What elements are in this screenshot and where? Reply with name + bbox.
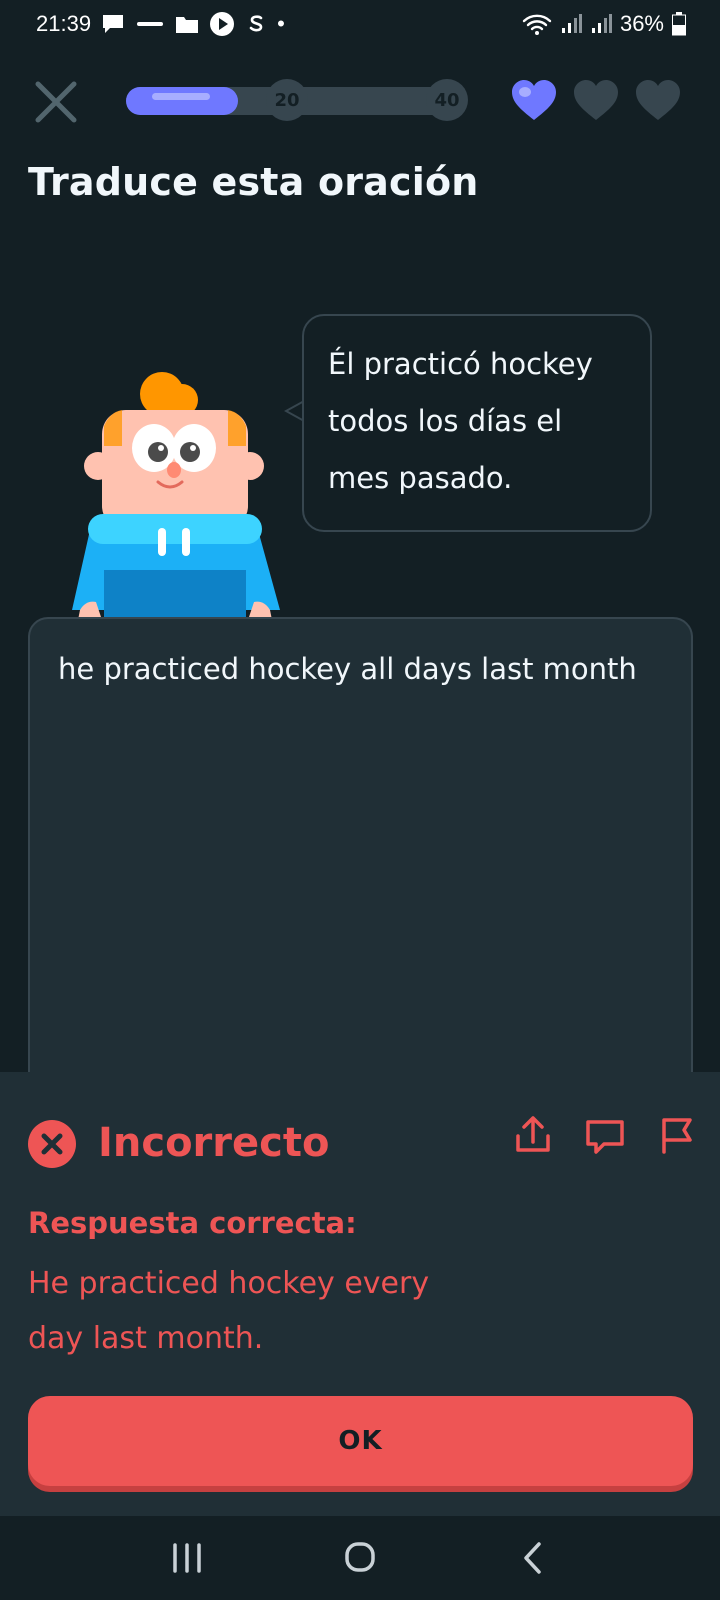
hearts [510,78,682,122]
heart-icon [636,80,680,120]
play-icon [210,12,235,36]
s-icon [249,15,263,32]
close-icon[interactable] [30,76,82,128]
answer-textarea[interactable]: he practiced hockey all days last month [28,617,693,1137]
status-dot: • [277,11,285,36]
back-icon[interactable] [503,1533,563,1583]
share-icon[interactable] [512,1114,554,1156]
feedback-actions [512,1114,698,1156]
recents-icon[interactable] [157,1533,217,1583]
ok-button[interactable]: OK [28,1396,693,1486]
progress-shine [152,93,210,100]
home-icon[interactable] [330,1533,390,1583]
folder-icon [176,17,199,33]
signal-icon [591,14,612,33]
prompt-bubble: Él practicó hockey todos los días el mes… [302,314,652,532]
comment-icon[interactable] [584,1114,626,1156]
status-bar: 21:39 • 36% [0,0,720,48]
wifi-icon [522,14,552,35]
message-icon [103,15,124,33]
signal-icon [561,14,582,33]
flag-icon[interactable] [656,1114,698,1156]
milestone-badge: 40 [426,79,468,121]
status-time: 21:39 [36,11,92,36]
battery-icon [672,12,686,36]
exercise-title: Traduce esta oración [28,160,479,204]
correct-answer-label: Respuesta correcta: [28,1206,357,1240]
heart-icon [574,80,618,120]
milestone-badge: 20 [266,79,308,121]
feedback-title: Incorrecto [98,1120,330,1166]
character-illustration [72,372,280,620]
progress-fill [126,87,239,115]
app-icon [137,22,164,26]
correct-answer-text: He practiced hockey every day last month… [28,1266,430,1356]
heart-icon [512,80,556,120]
battery-percent: 36% [619,11,664,36]
system-nav-bar [0,1516,720,1600]
incorrect-icon [28,1120,76,1168]
